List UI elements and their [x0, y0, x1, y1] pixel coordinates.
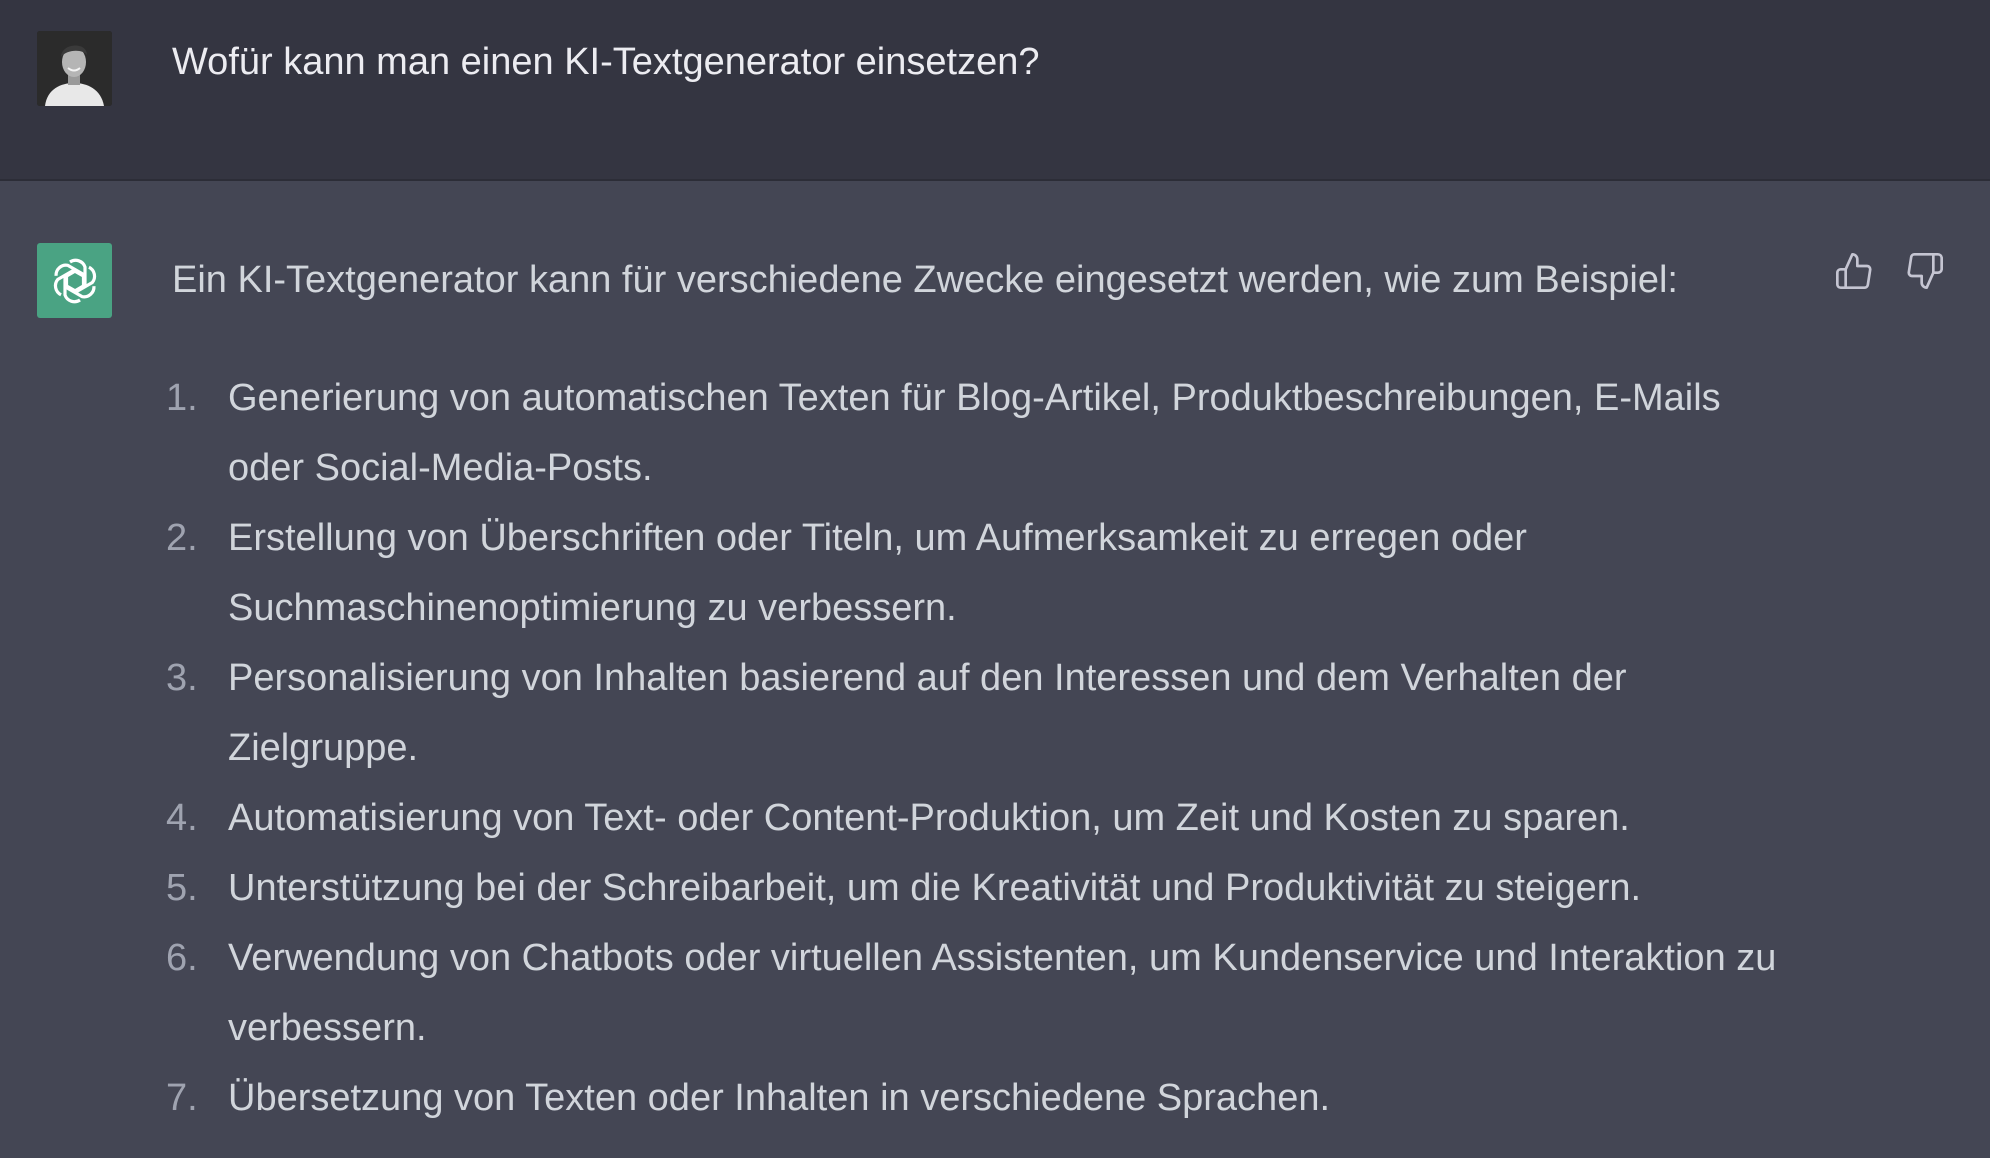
list-item: 4. Automatisierung von Text- oder Conten…	[140, 783, 1780, 853]
list-item-text: Automatisierung von Text- oder Content-P…	[228, 797, 1630, 839]
assistant-avatar	[37, 243, 112, 318]
list-item-number: 5.	[166, 867, 198, 909]
list-item: 7. Übersetzung von Texten oder Inhalten …	[140, 1063, 1780, 1133]
answer-list: 1. Generierung von automatischen Texten …	[140, 363, 1780, 1133]
list-item-number: 7.	[166, 1077, 198, 1119]
list-item: 5. Unterstützung bei der Schreibarbeit, …	[140, 853, 1780, 923]
list-item: 2. Erstellung von Überschriften oder Tit…	[140, 503, 1780, 643]
list-item-text: Erstellung von Überschriften oder Titeln…	[228, 517, 1527, 629]
assistant-message-row: Ein KI-Textgenerator kann für verschiede…	[0, 181, 1990, 1158]
list-item-number: 6.	[166, 937, 198, 979]
list-item: 6. Verwendung von Chatbots oder virtuell…	[140, 923, 1780, 1063]
list-item-number: 1.	[166, 377, 198, 419]
list-item-number: 3.	[166, 657, 198, 699]
chat-page: Wofür kann man einen KI-Textgenerator ei…	[0, 0, 1990, 1158]
list-item-text: Unterstützung bei der Schreibarbeit, um …	[228, 867, 1642, 909]
list-item-text: Generierung von automatischen Texten für…	[228, 377, 1721, 489]
thumbs-up-button[interactable]	[1832, 249, 1876, 293]
user-avatar	[37, 31, 112, 106]
thumbs-down-icon	[1907, 252, 1943, 289]
list-item-text: Personalisierung von Inhalten basierend …	[228, 657, 1627, 769]
openai-logo-icon	[53, 258, 96, 303]
user-message-row: Wofür kann man einen KI-Textgenerator ei…	[0, 0, 1990, 181]
list-item: 1. Generierung von automatischen Texten …	[140, 363, 1780, 503]
list-item-number: 2.	[166, 517, 198, 559]
thumbs-up-icon	[1836, 253, 1872, 289]
list-item: 3. Personalisierung von Inhalten basiere…	[140, 643, 1780, 783]
list-item-text: Übersetzung von Texten oder Inhalten in …	[228, 1077, 1331, 1119]
list-item-text: Verwendung von Chatbots oder virtuellen …	[228, 937, 1777, 1049]
user-question: Wofür kann man einen KI-Textgenerator ei…	[172, 41, 1040, 83]
list-item-number: 4.	[166, 797, 198, 839]
user-photo-icon	[37, 31, 112, 106]
thumbs-down-button[interactable]	[1903, 249, 1947, 293]
assistant-intro: Ein KI-Textgenerator kann für verschiede…	[172, 259, 1678, 301]
